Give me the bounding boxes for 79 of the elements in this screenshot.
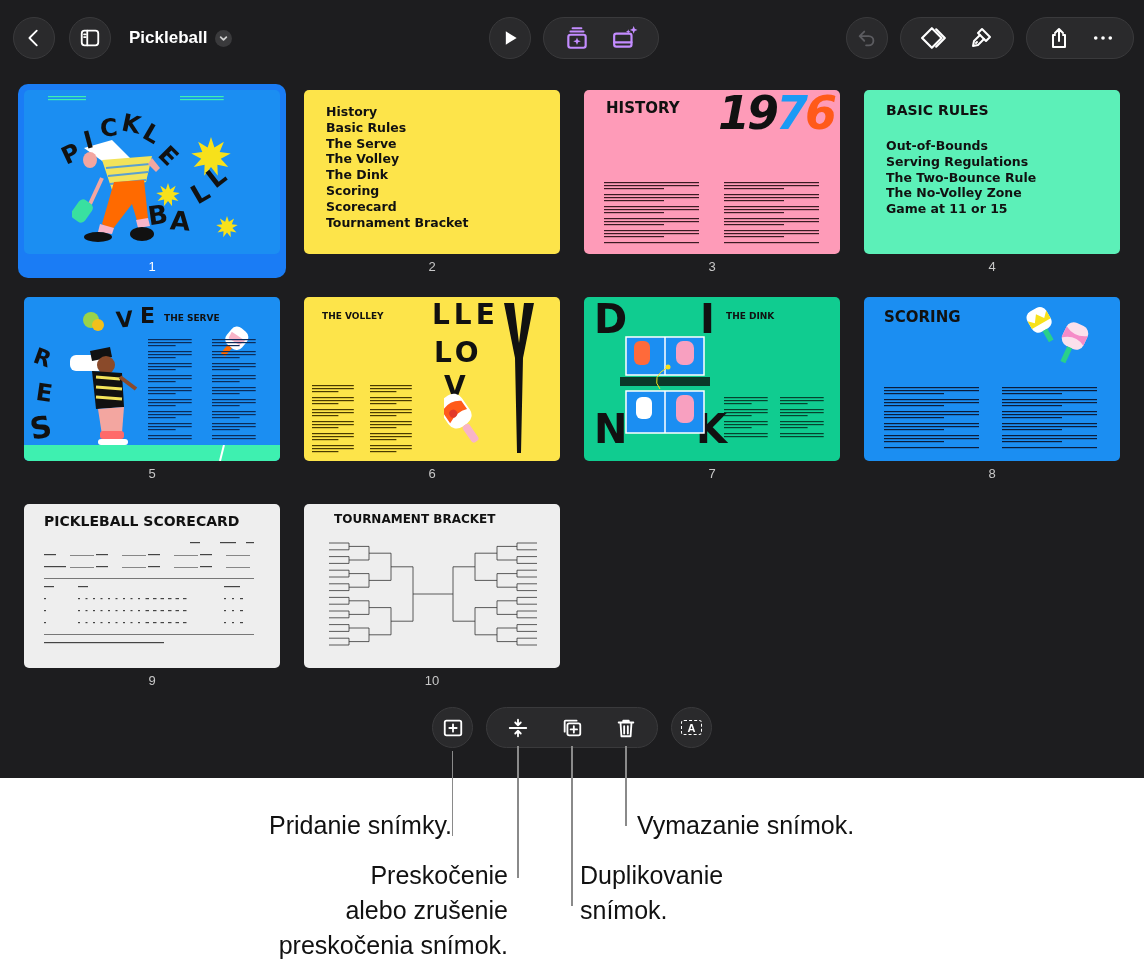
list-item: Out-of-Bounds [886,138,989,154]
callout-label: Pridanie snímky. [269,810,452,841]
art-letter: C [99,115,119,141]
list-item: Scoring [326,183,381,199]
slide-title: TOURNAMENT BRACKET [334,512,496,526]
art-letter: R [30,344,55,372]
callout-label: Preskočenie alebo zrušenie preskočenia snímok. [278,860,508,961]
sparkle-slide-icon [611,25,638,51]
art-letter: A [169,207,191,235]
list-item: History [326,104,379,120]
list-item: The Dink [326,167,390,183]
art-letter: E [34,380,54,406]
slide-thumbnail[interactable]: THE VOLLEY LLE LO V [304,297,560,461]
more-icon [1093,35,1113,41]
art-letter: S [27,411,55,445]
list-item: Tournament Bracket [326,214,469,231]
art-letter: P [57,139,84,169]
slide-title: THE VOLLEY [322,311,384,321]
text-box-button[interactable]: A [671,707,712,748]
slide-thumbnail[interactable]: History Basic Rules The Serve The Volley The Dink Scoring Scorecard Tournament Bracket [304,90,560,254]
star-icon [216,216,238,238]
art-letter: N [594,409,628,449]
slide-number: 7 [708,466,716,482]
slide-thumbnail[interactable]: SCORING [864,297,1120,461]
callout-label: Vymazanie snímok. [637,810,855,841]
slide-thumbnail[interactable]: SERVE THE SERVE [24,297,280,461]
play-button[interactable] [488,17,531,59]
slide-title: SCORING [884,308,961,326]
year-text: 1976 [718,90,835,136]
list-item: The No-Volley Zone [886,185,1023,202]
art-letter: LO [434,339,483,367]
art-letter: B [146,200,170,230]
slide-number: 3 [708,259,716,275]
slide-number: 10 [424,673,440,689]
slide-number: 9 [148,673,156,689]
body-text-drawing [48,96,88,102]
document-title: Pickleball [129,28,208,48]
slide-number: 1 [148,259,156,275]
list-item: Game at 11 or 15 [886,201,1009,217]
list-item: The Two-Bounce Rule [886,169,1037,186]
list-item: The Volley [326,151,401,168]
slide-thumbnail[interactable]: HISTORY 1976 [584,90,840,254]
list-item: Basic Rules [326,119,408,136]
list-item: The Serve [326,135,398,152]
slide-thumbnail[interactable]: PICKLE BALL [24,90,280,254]
slide-title: THE DINK [726,311,775,321]
slide-title: THE SERVE [164,313,220,323]
art-letter: LLE [432,301,499,329]
slide-title: BASIC RULES [886,102,989,118]
back-button[interactable] [13,17,55,59]
art-letter: I [81,127,96,153]
art-letter: V [115,308,134,332]
slide-thumbnail[interactable]: PICKLEBALL SCORECARD [24,504,280,668]
sidebar-icon [79,27,101,49]
slide-number: 4 [988,259,996,275]
skip-icon [507,716,529,739]
star-icon [156,183,180,207]
list-item: Serving Regulations [886,153,1030,170]
chevron-down-icon [215,29,233,47]
slide-title: HISTORY [606,99,680,117]
slide-thumbnail[interactable]: TOURNAMENT BRACKET [304,504,560,668]
slide-number: 6 [428,466,436,482]
slide-title: PICKLEBALL SCORECARD [44,513,240,529]
add-slide-button[interactable] [432,707,473,748]
body-text-drawing [180,96,226,102]
art-letter: V [444,373,470,401]
paintbrush-icon [969,26,993,50]
list-item: Scorecard [326,198,398,215]
art-letter: E [140,305,156,327]
slide-number: 8 [988,466,996,482]
slide-number: 5 [148,466,156,482]
art-letter: I [700,299,715,339]
sidebar-button[interactable] [69,17,111,59]
slide-number: 2 [428,259,436,275]
slide-thumbnail[interactable]: BASIC RULES Out-of-Bounds Serving Regulations The Two-Bounce Rule The No-Volley Zone Game at 11 or 15 [864,90,1120,254]
callout-label: Duplikovanie snímok. [580,860,724,926]
art-letter: D [594,299,628,339]
document-title-menu[interactable]: Pickleball [125,28,233,48]
diamond-icon [921,25,947,51]
